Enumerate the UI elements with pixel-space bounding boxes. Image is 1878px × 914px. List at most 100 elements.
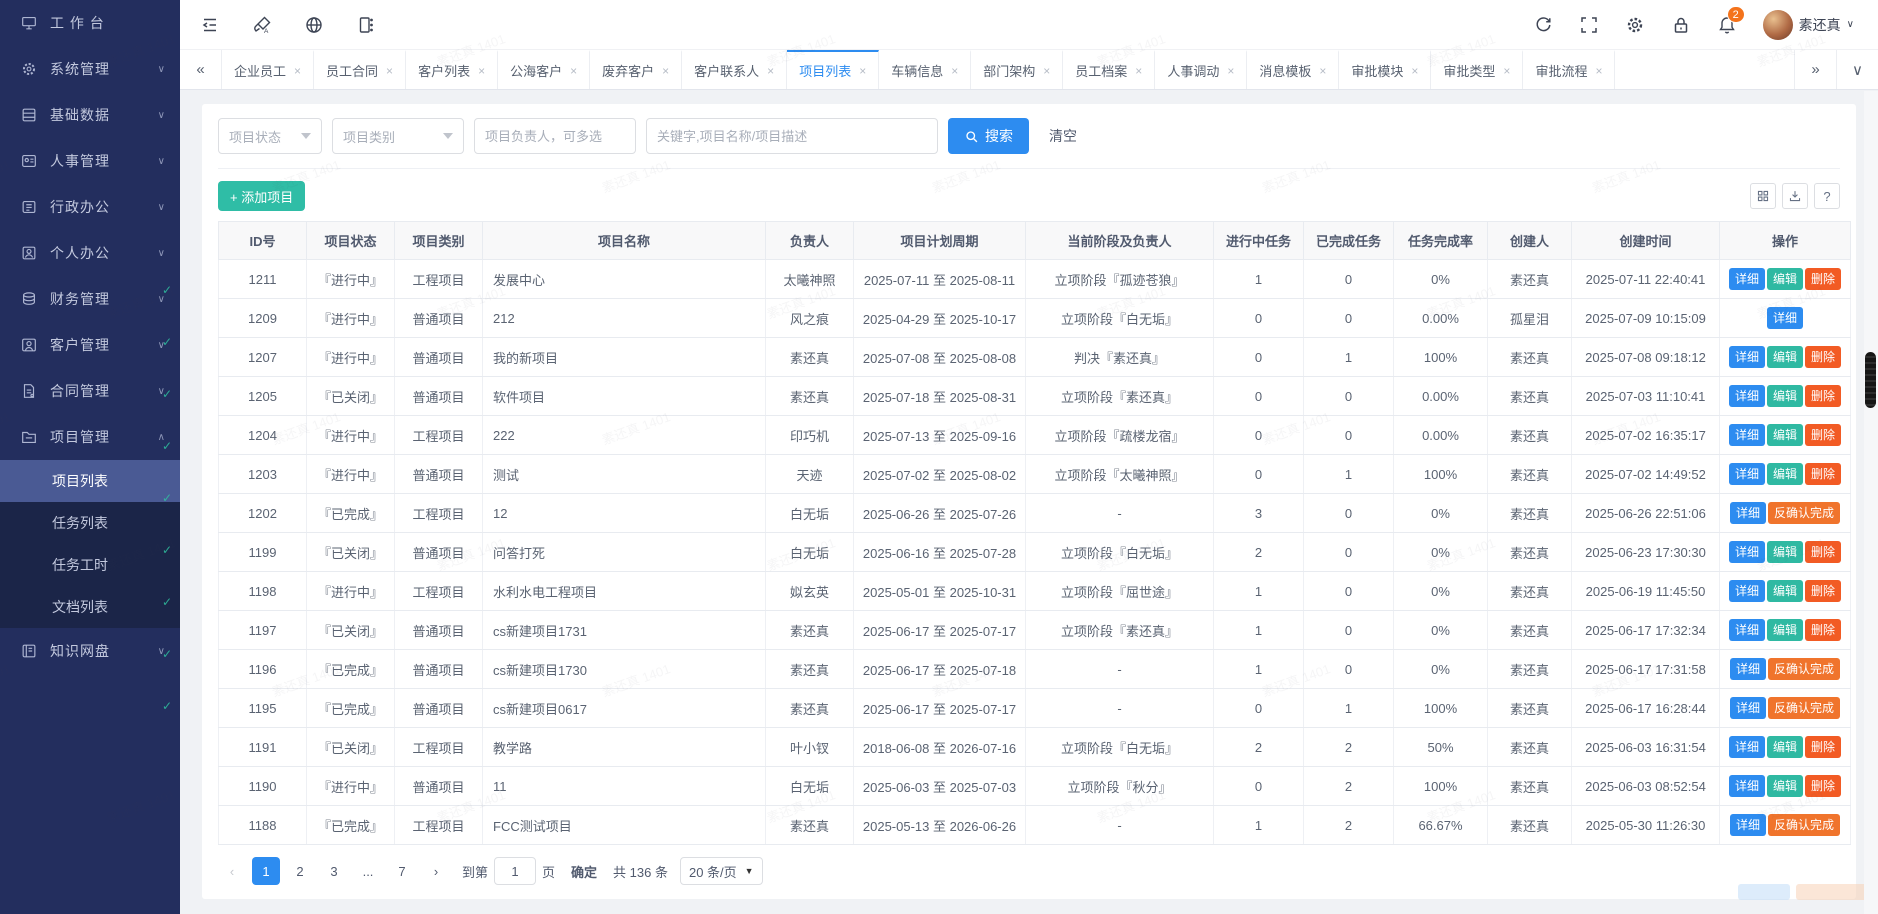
sidebar-item-task-list[interactable]: 任务列表 (0, 502, 180, 544)
page-size-select[interactable]: 20 条/页 ▼ (680, 857, 763, 885)
sidebar-item-workbench[interactable]: 工 作 台 (0, 0, 180, 46)
delete-button[interactable]: 删除 (1805, 619, 1841, 641)
sidebar-item-hr[interactable]: 人事管理∨ (0, 138, 180, 184)
tab-人事调动[interactable]: 人事调动× (1155, 50, 1247, 89)
page-2[interactable]: 2 (286, 857, 314, 885)
detail-button[interactable]: 详细 (1729, 346, 1765, 368)
close-tab-icon[interactable]: × (386, 64, 393, 78)
page-scrollbar-track[interactable] (1864, 91, 1878, 914)
prev-page-button[interactable]: ‹ (218, 857, 246, 885)
edit-button[interactable]: 编辑 (1767, 385, 1803, 407)
detail-button[interactable]: 详细 (1729, 268, 1765, 290)
page-scrollbar-thumb[interactable] (1865, 352, 1876, 408)
add-project-button[interactable]: + 添加项目 (218, 181, 305, 211)
sidebar-item-customer[interactable]: 客户管理∨ (0, 322, 180, 368)
tab-废弃客户[interactable]: 废弃客户× (590, 50, 682, 89)
detail-button[interactable]: 详细 (1729, 736, 1765, 758)
tab-员工合同[interactable]: 员工合同× (314, 50, 406, 89)
export-button[interactable] (1782, 183, 1808, 209)
tab-企业员工[interactable]: 企业员工× (222, 50, 314, 89)
next-page-button[interactable]: › (422, 857, 450, 885)
detail-button[interactable]: 详细 (1730, 658, 1766, 680)
door-panel-icon[interactable] (356, 15, 376, 35)
delete-button[interactable]: 删除 (1805, 424, 1841, 446)
close-tab-icon[interactable]: × (859, 64, 866, 78)
format-brush-icon[interactable]: A (252, 15, 272, 35)
clear-button[interactable]: 清空 (1049, 126, 1077, 146)
page-7[interactable]: 7 (388, 857, 416, 885)
detail-button[interactable]: 详细 (1730, 697, 1766, 719)
tabs-menu-toggle[interactable]: ∨ (1836, 50, 1878, 89)
close-tab-icon[interactable]: × (294, 64, 301, 78)
close-tab-icon[interactable]: × (1503, 64, 1510, 78)
delete-button[interactable]: 删除 (1805, 268, 1841, 290)
tabs-scroll-left[interactable]: « (180, 50, 222, 89)
tab-客户联系人[interactable]: 客户联系人× (682, 50, 787, 89)
column-settings-button[interactable] (1750, 183, 1776, 209)
close-tab-icon[interactable]: × (478, 64, 485, 78)
tab-项目列表[interactable]: 项目列表× (787, 50, 879, 89)
sidebar-item-admin[interactable]: 行政办公∨ (0, 184, 180, 230)
close-tab-icon[interactable]: × (1595, 64, 1602, 78)
delete-button[interactable]: 删除 (1805, 385, 1841, 407)
page-1[interactable]: 1 (252, 857, 280, 885)
search-button[interactable]: 搜索 (948, 118, 1029, 154)
detail-button[interactable]: 详细 (1729, 580, 1765, 602)
sidebar-item-contract[interactable]: 合同管理∨ (0, 368, 180, 414)
close-tab-icon[interactable]: × (1227, 64, 1234, 78)
tab-公海客户[interactable]: 公海客户× (498, 50, 590, 89)
tab-员工档案[interactable]: 员工档案× (1063, 50, 1155, 89)
close-tab-icon[interactable]: × (662, 64, 669, 78)
notifications[interactable]: 2 (1717, 15, 1737, 35)
project-owner-input[interactable] (474, 118, 636, 154)
unconfirm-button[interactable]: 反确认完成 (1768, 814, 1840, 836)
edit-button[interactable]: 编辑 (1767, 268, 1803, 290)
keyword-input[interactable] (646, 118, 938, 154)
delete-button[interactable]: 删除 (1805, 775, 1841, 797)
tab-消息模板[interactable]: 消息模板× (1247, 50, 1339, 89)
detail-button[interactable]: 详细 (1729, 385, 1765, 407)
user-menu[interactable]: 素还真 ∨ (1763, 10, 1854, 40)
sidebar-item-finance[interactable]: 财务管理∨ (0, 276, 180, 322)
close-tab-icon[interactable]: × (1319, 64, 1326, 78)
settings-gear-icon[interactable] (1625, 15, 1645, 35)
goto-confirm-button[interactable]: 确定 (571, 862, 597, 881)
detail-button[interactable]: 详细 (1729, 463, 1765, 485)
project-category-select[interactable]: 项目类别 (332, 118, 464, 154)
edit-button[interactable]: 编辑 (1767, 463, 1803, 485)
edit-button[interactable]: 编辑 (1767, 736, 1803, 758)
sidebar-item-project[interactable]: 项目管理∧ (0, 414, 180, 460)
edit-button[interactable]: 编辑 (1767, 619, 1803, 641)
lock-icon[interactable] (1671, 15, 1691, 35)
close-tab-icon[interactable]: × (1411, 64, 1418, 78)
detail-button[interactable]: 详细 (1730, 814, 1766, 836)
sidebar-item-doc-list[interactable]: 文档列表 (0, 586, 180, 628)
unconfirm-button[interactable]: 反确认完成 (1768, 502, 1840, 524)
edit-button[interactable]: 编辑 (1767, 775, 1803, 797)
unconfirm-button[interactable]: 反确认完成 (1768, 658, 1840, 680)
delete-button[interactable]: 删除 (1805, 580, 1841, 602)
delete-button[interactable]: 删除 (1805, 463, 1841, 485)
unconfirm-button[interactable]: 反确认完成 (1768, 697, 1840, 719)
delete-button[interactable]: 删除 (1805, 346, 1841, 368)
tab-部门架构[interactable]: 部门架构× (971, 50, 1063, 89)
sidebar-item-basedata[interactable]: 基础数据∨ (0, 92, 180, 138)
tabs-scroll-right[interactable]: » (1794, 50, 1836, 89)
tab-车辆信息[interactable]: 车辆信息× (879, 50, 971, 89)
edit-button[interactable]: 编辑 (1767, 541, 1803, 563)
close-tab-icon[interactable]: × (951, 64, 958, 78)
goto-page-input[interactable] (494, 857, 536, 885)
page-3[interactable]: 3 (320, 857, 348, 885)
detail-button[interactable]: 详细 (1767, 307, 1803, 329)
sidebar-item-project-list[interactable]: 项目列表 (0, 460, 180, 502)
sidebar-item-personal[interactable]: 个人办公∨ (0, 230, 180, 276)
project-status-select[interactable]: 项目状态 (218, 118, 322, 154)
tab-审批模块[interactable]: 审批模块× (1339, 50, 1431, 89)
sidebar-item-knowledge[interactable]: 知识网盘∨ (0, 628, 180, 674)
detail-button[interactable]: 详细 (1729, 424, 1765, 446)
help-button[interactable]: ? (1814, 183, 1840, 209)
language-globe-icon[interactable] (304, 15, 324, 35)
edit-button[interactable]: 编辑 (1767, 424, 1803, 446)
fullscreen-icon[interactable] (1579, 15, 1599, 35)
edit-button[interactable]: 编辑 (1767, 346, 1803, 368)
